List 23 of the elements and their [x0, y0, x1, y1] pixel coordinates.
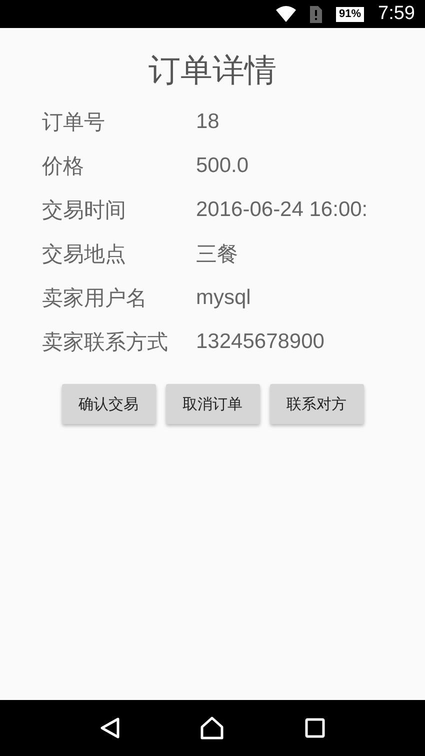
recent-apps-icon[interactable] [304, 718, 325, 738]
clock-time: 7:59 [378, 3, 415, 25]
field-value: 18 [196, 110, 220, 134]
wifi-icon [276, 6, 296, 22]
field-label: 卖家用户名 [42, 285, 148, 312]
action-button[interactable]: 联系对方 [270, 384, 364, 424]
back-icon[interactable] [100, 717, 120, 739]
field-value: 500.0 [196, 154, 249, 178]
page-title: 订单详情 [148, 50, 278, 90]
home-icon[interactable] [200, 716, 224, 740]
field-value: 三餐 [196, 242, 238, 268]
battery-level: 91% [336, 6, 364, 22]
field-label: 价格 [42, 153, 85, 180]
sim-card-icon [310, 6, 322, 22]
field-value: mysql [196, 286, 251, 310]
field-value: 13245678900 [196, 330, 324, 354]
field-label: 交易地点 [42, 241, 127, 268]
action-button[interactable]: 取消订单 [166, 384, 260, 424]
field-value: 2016-06-24 16:00: [196, 198, 368, 222]
field-label: 卖家联系方式 [42, 329, 169, 356]
field-label: 订单号 [42, 109, 106, 136]
field-label: 交易时间 [42, 197, 127, 224]
action-button[interactable]: 确认交易 [62, 384, 156, 424]
